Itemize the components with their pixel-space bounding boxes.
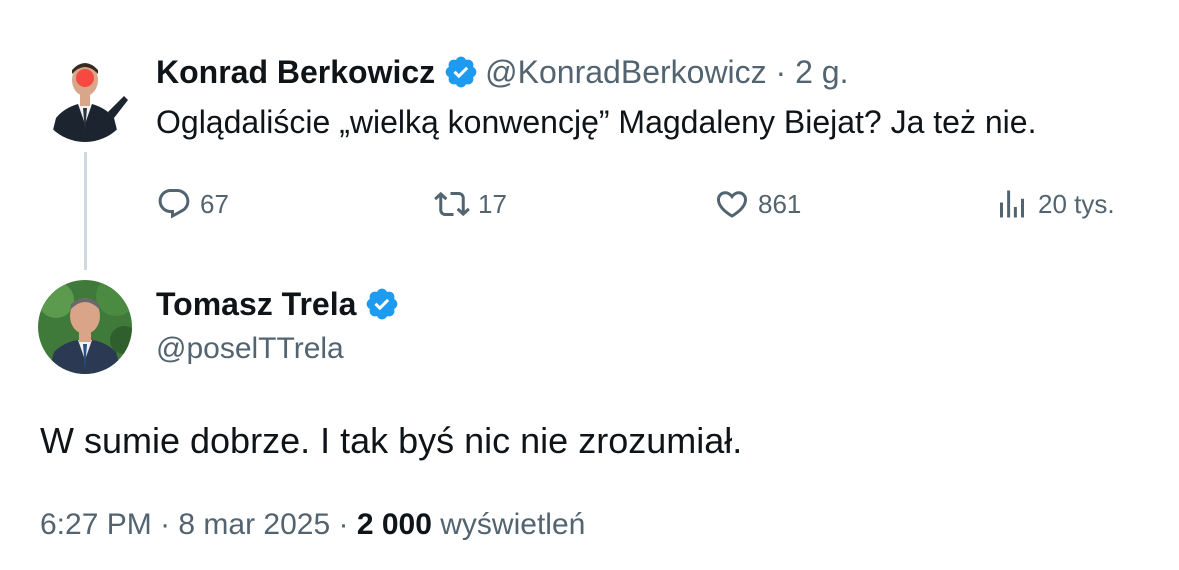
tweet-text: W sumie dobrze. I tak byś nic nie zrozum…	[40, 420, 743, 461]
avatar[interactable]	[38, 280, 132, 374]
separator-dot: ·	[151, 508, 179, 541]
retweet-icon	[434, 191, 470, 217]
retweet-button[interactable]: 17	[434, 182, 507, 226]
reply-count: 67	[200, 188, 229, 219]
tweet-meta: 6:27 PM · 8 mar 2025 · 2 000 wyświetleń	[40, 508, 585, 542]
author-handle[interactable]: @KonradBerkowicz	[485, 54, 766, 91]
tweet-action-bar: 67 17 861 20 tys.	[156, 182, 1156, 226]
separator-dot: ·	[330, 508, 357, 541]
reply-tweet-header: Tomasz Trela	[156, 282, 406, 326]
views-label: wyświetleń	[440, 508, 586, 541]
author-name[interactable]: Tomasz Trela	[156, 286, 356, 323]
tweet-thread: Konrad Berkowicz @KonradBerkowicz · 2 g.…	[0, 0, 1179, 570]
author-name[interactable]: Konrad Berkowicz	[156, 54, 435, 91]
author-handle[interactable]: @poselTTrela	[156, 332, 344, 366]
views-button[interactable]: 20 tys.	[994, 182, 1115, 226]
views-count: 20 tys.	[1038, 188, 1115, 219]
tweet-time-ago[interactable]: 2 g.	[795, 54, 848, 91]
verified-badge-icon	[445, 56, 477, 88]
retweet-count: 17	[478, 188, 507, 219]
like-count: 861	[758, 188, 802, 219]
thread-connector-line	[84, 152, 87, 270]
heart-icon	[716, 191, 748, 218]
reply-button[interactable]: 67	[156, 182, 229, 226]
tweet-date[interactable]: 8 mar 2025	[178, 508, 330, 541]
views-count: 2 000	[356, 508, 432, 541]
separator-dot: ·	[766, 53, 796, 90]
tweet-text: Oglądaliście „wielką konwencję” Magdalen…	[156, 104, 1037, 140]
reply-icon	[158, 189, 190, 219]
parent-tweet-header: Konrad Berkowicz @KonradBerkowicz · 2 g.	[156, 50, 848, 94]
views-chart-icon	[1000, 190, 1024, 218]
verified-badge-icon	[367, 288, 398, 320]
tweet-time[interactable]: 6:27 PM	[40, 508, 152, 541]
like-button[interactable]: 861	[714, 182, 801, 226]
avatar[interactable]	[38, 48, 132, 142]
